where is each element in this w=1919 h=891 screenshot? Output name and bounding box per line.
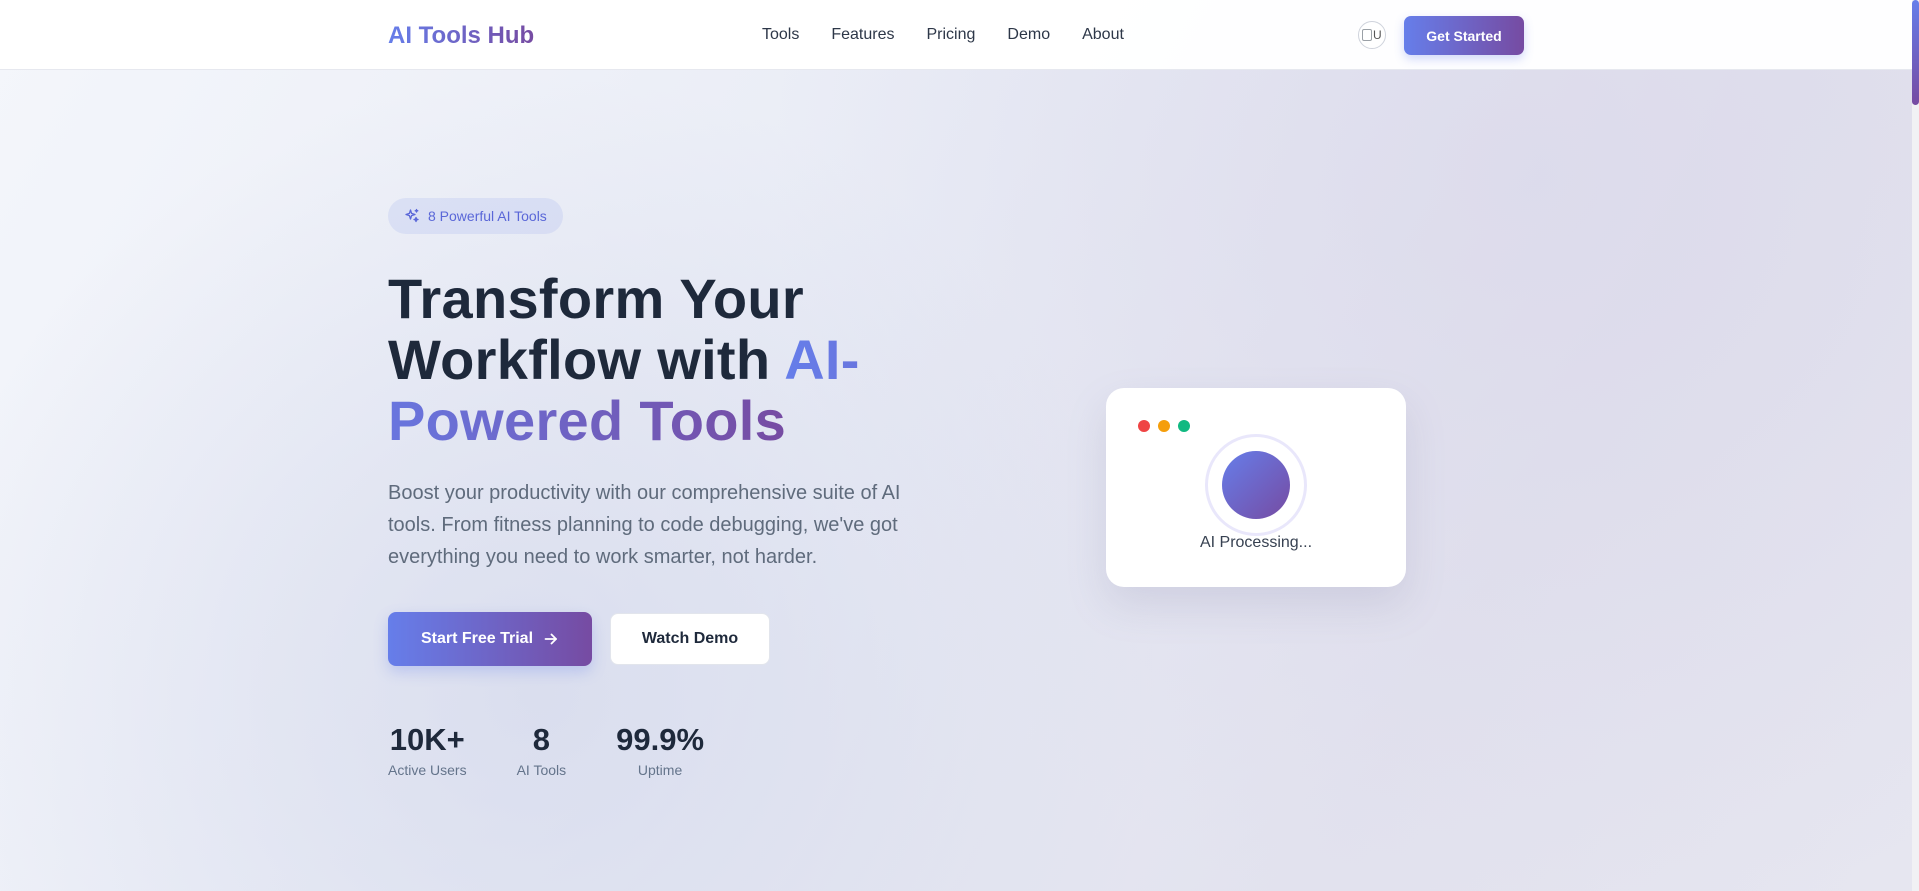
stat-value: 8 bbox=[532, 722, 550, 757]
stat-label: Uptime bbox=[637, 762, 683, 778]
avatar-alt-text: U bbox=[1373, 28, 1382, 42]
background-glow bbox=[0, 0, 1919, 891]
arrow-right-icon bbox=[544, 633, 557, 645]
broken-image-icon bbox=[1362, 29, 1372, 41]
navbar: AI Tools Hub Tools Features Pricing Demo… bbox=[0, 0, 1912, 70]
headline-text: Transform Your Workflow with bbox=[388, 267, 804, 391]
minimize-dot-icon bbox=[1158, 420, 1170, 432]
nav-links: Tools Features Pricing Demo About bbox=[762, 24, 1156, 46]
close-dot-icon bbox=[1138, 420, 1150, 432]
stats-row: 10K+ Active Users 8 AI Tools 99.9% Uptim… bbox=[388, 722, 754, 778]
ai-processing-card: AI Processing... bbox=[1106, 388, 1406, 587]
watch-demo-button[interactable]: Watch Demo bbox=[610, 613, 770, 665]
scrollbar-track[interactable] bbox=[1912, 0, 1919, 891]
nav-link-tools[interactable]: Tools bbox=[762, 24, 799, 46]
ai-orb-icon bbox=[1222, 451, 1290, 519]
stat-uptime: 99.9% Uptime bbox=[616, 722, 704, 778]
hero-description: Boost your productivity with our compreh… bbox=[388, 482, 901, 568]
nav-link-demo[interactable]: Demo bbox=[1007, 24, 1050, 46]
nav-link-pricing[interactable]: Pricing bbox=[927, 24, 976, 46]
maximize-dot-icon bbox=[1178, 420, 1190, 432]
nav-link-about[interactable]: About bbox=[1082, 24, 1124, 46]
stat-active-users: 10K+ Active Users bbox=[388, 722, 467, 778]
brand-logo[interactable]: AI Tools Hub bbox=[388, 20, 534, 52]
stat-value: 10K+ bbox=[389, 722, 465, 757]
window-controls bbox=[1138, 420, 1198, 432]
get-started-button[interactable]: Get Started bbox=[1404, 16, 1524, 55]
scrollbar-thumb[interactable] bbox=[1912, 0, 1919, 105]
hero-headline: Transform Your Workflow with AI-Powered … bbox=[388, 268, 948, 451]
user-avatar[interactable]: U bbox=[1358, 21, 1386, 49]
badge-label: 8 Powerful AI Tools bbox=[428, 208, 547, 224]
nav-link-features[interactable]: Features bbox=[831, 24, 894, 46]
start-free-trial-label: Start Free Trial bbox=[420, 630, 534, 647]
stat-label: Active Users bbox=[388, 762, 467, 778]
tools-count-badge: 8 Powerful AI Tools bbox=[388, 198, 563, 234]
processing-status: AI Processing... bbox=[1199, 534, 1313, 551]
sparkles-icon bbox=[405, 208, 419, 223]
start-free-trial-button[interactable]: Start Free Trial bbox=[388, 612, 592, 666]
stat-ai-tools: 8 AI Tools bbox=[517, 722, 567, 778]
stat-value: 99.9% bbox=[616, 722, 705, 757]
stat-label: AI Tools bbox=[516, 762, 567, 778]
